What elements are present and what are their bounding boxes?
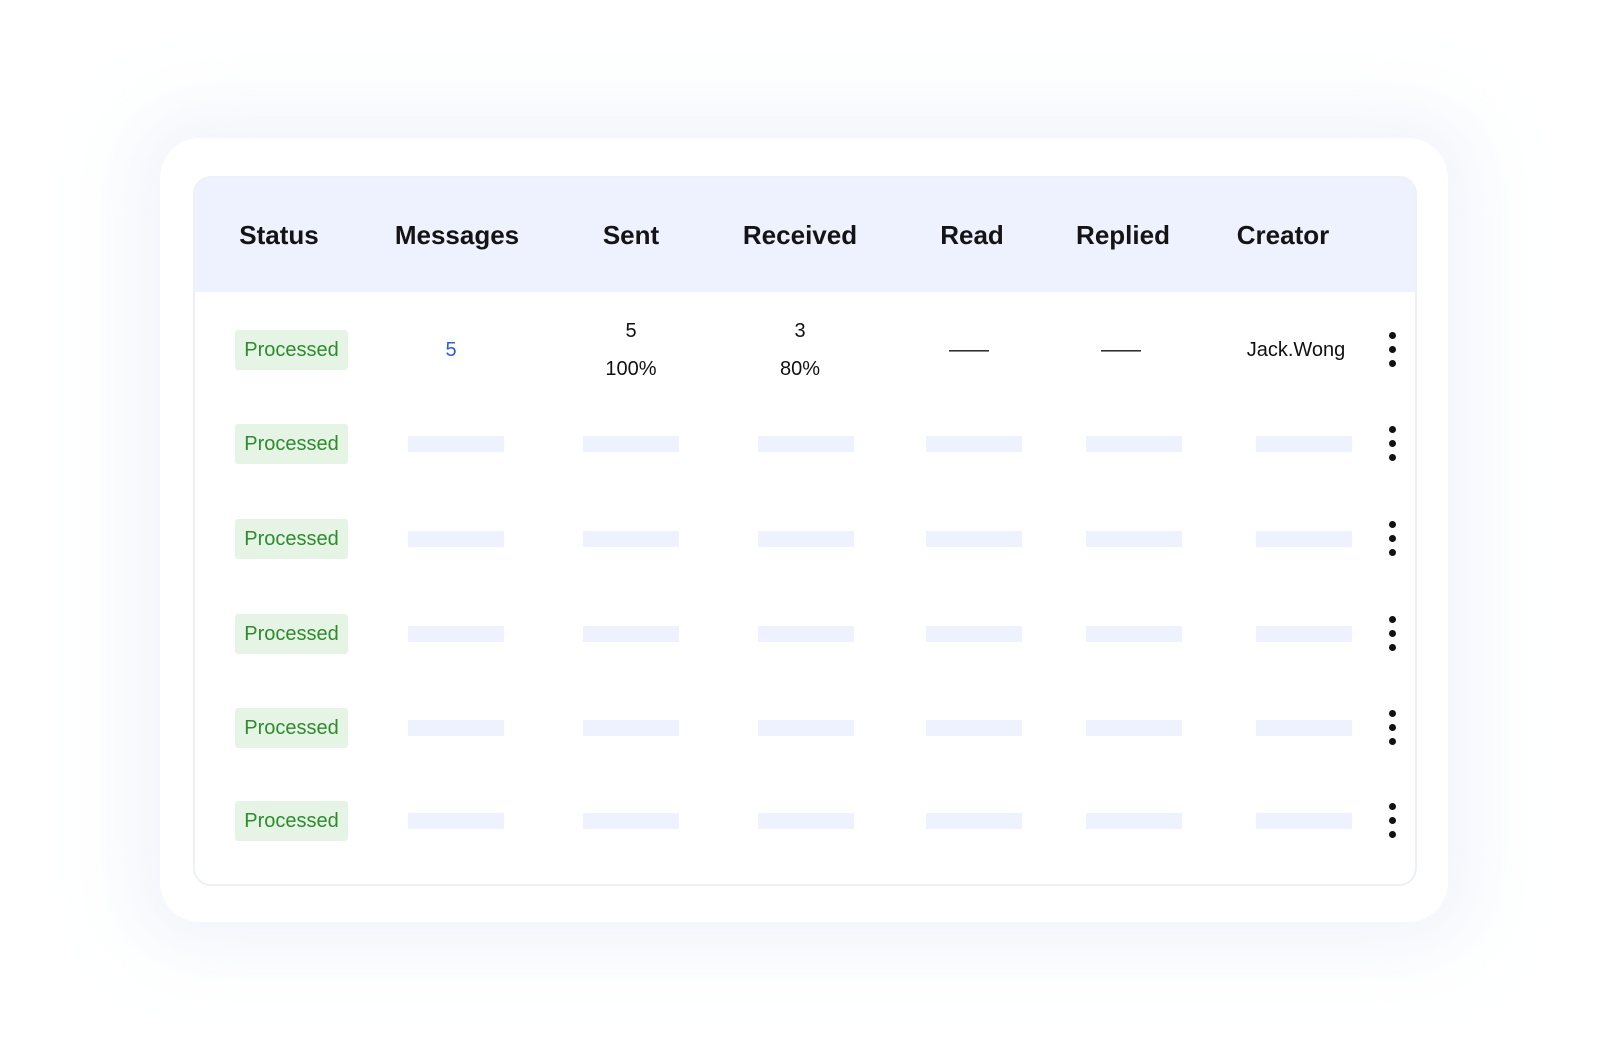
read-placeholder bbox=[926, 813, 1022, 829]
received-placeholder bbox=[758, 626, 854, 642]
read-placeholder bbox=[926, 626, 1022, 642]
data-table: Status Messages Sent Received Read Repli… bbox=[193, 176, 1417, 886]
read-placeholder bbox=[926, 436, 1022, 452]
status-badge: Processed bbox=[235, 519, 348, 559]
sent-placeholder bbox=[583, 813, 679, 829]
received-placeholder bbox=[758, 436, 854, 452]
creator-name: Jack.Wong bbox=[1246, 339, 1346, 361]
messages-placeholder bbox=[408, 626, 504, 642]
messages-placeholder bbox=[408, 813, 504, 829]
messages-placeholder bbox=[408, 531, 504, 547]
replied-value: —— bbox=[1101, 339, 1141, 361]
more-vertical-icon[interactable] bbox=[1383, 521, 1403, 557]
sent-placeholder bbox=[583, 720, 679, 736]
replied-placeholder bbox=[1086, 531, 1182, 547]
table-row[interactable]: Processed 5 5 100% 3 80% —— —— Jack.Wong bbox=[195, 304, 1415, 396]
column-header-sent[interactable]: Sent bbox=[603, 178, 659, 292]
table-row[interactable]: Processed bbox=[195, 493, 1415, 585]
table-header: Status Messages Sent Received Read Repli… bbox=[195, 178, 1415, 292]
table-row[interactable]: Processed bbox=[195, 588, 1415, 680]
received-placeholder bbox=[758, 813, 854, 829]
replied-placeholder bbox=[1086, 626, 1182, 642]
read-placeholder bbox=[926, 720, 1022, 736]
replied-placeholder bbox=[1086, 813, 1182, 829]
more-vertical-icon[interactable] bbox=[1383, 332, 1403, 368]
more-vertical-icon[interactable] bbox=[1383, 616, 1403, 652]
replied-placeholder bbox=[1086, 436, 1182, 452]
table-row[interactable]: Processed bbox=[195, 682, 1415, 774]
read-value: —— bbox=[949, 339, 989, 361]
messages-count-link[interactable]: 5 bbox=[445, 339, 456, 362]
received-placeholder bbox=[758, 531, 854, 547]
sent-percent: 100% bbox=[605, 358, 657, 380]
messages-placeholder bbox=[408, 436, 504, 452]
creator-placeholder bbox=[1256, 531, 1352, 547]
sent-placeholder bbox=[583, 436, 679, 452]
creator-placeholder bbox=[1256, 626, 1352, 642]
column-header-read[interactable]: Read bbox=[940, 178, 1004, 292]
received-placeholder bbox=[758, 720, 854, 736]
column-header-creator[interactable]: Creator bbox=[1237, 178, 1329, 292]
creator-placeholder bbox=[1256, 813, 1352, 829]
more-vertical-icon[interactable] bbox=[1383, 803, 1403, 839]
more-vertical-icon[interactable] bbox=[1383, 426, 1403, 462]
sent-placeholder bbox=[583, 626, 679, 642]
read-placeholder bbox=[926, 531, 1022, 547]
status-badge: Processed bbox=[235, 801, 348, 841]
received-count: 3 bbox=[794, 320, 806, 342]
creator-placeholder bbox=[1256, 720, 1352, 736]
column-header-received[interactable]: Received bbox=[743, 178, 857, 292]
table-row[interactable]: Processed bbox=[195, 775, 1415, 867]
more-vertical-icon[interactable] bbox=[1383, 710, 1403, 746]
sent-count: 5 bbox=[625, 320, 637, 342]
sent-placeholder bbox=[583, 531, 679, 547]
column-header-messages[interactable]: Messages bbox=[395, 178, 519, 292]
messages-placeholder bbox=[408, 720, 504, 736]
status-badge: Processed bbox=[235, 330, 348, 370]
column-header-status[interactable]: Status bbox=[239, 178, 318, 292]
creator-placeholder bbox=[1256, 436, 1352, 452]
replied-placeholder bbox=[1086, 720, 1182, 736]
status-badge: Processed bbox=[235, 424, 348, 464]
table-row[interactable]: Processed bbox=[195, 398, 1415, 490]
status-badge: Processed bbox=[235, 708, 348, 748]
status-badge: Processed bbox=[235, 614, 348, 654]
column-header-replied[interactable]: Replied bbox=[1076, 178, 1170, 292]
received-percent: 80% bbox=[779, 358, 821, 380]
